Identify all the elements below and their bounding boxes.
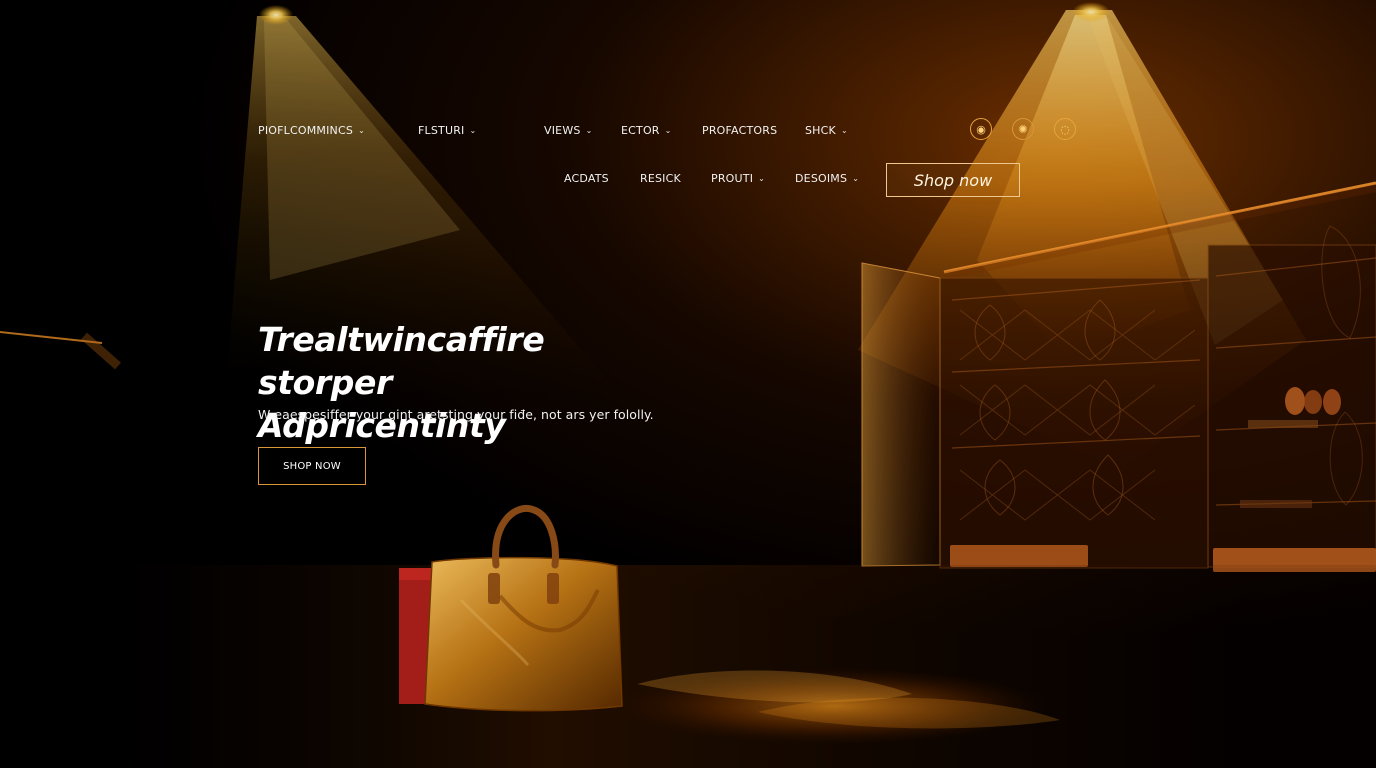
hero-background xyxy=(0,0,1376,768)
nav-item-flsturi[interactable]: FLSTURI ⌄ xyxy=(418,124,544,137)
nav-item-acdats[interactable]: ACDATS xyxy=(564,172,640,185)
nav-item-label: PIOFLCOMMINCS xyxy=(258,123,354,137)
chevron-down-icon: ⌄ xyxy=(469,125,477,135)
nav-item-profactors[interactable]: PROFACTORS xyxy=(702,124,805,137)
hero-subtitle: W eaespesiffer your gint aretsting your … xyxy=(258,406,654,422)
primary-navigation: PIOFLCOMMINCS ⌄ FLSTURI ⌄ VIEWS ⌄ ECTOR … xyxy=(258,120,865,140)
hero-title: Trealtwincaffire storper Adpricentinty xyxy=(258,318,678,447)
nav-item-ector[interactable]: ECTOR ⌄ xyxy=(621,124,702,137)
spotlight-scene xyxy=(0,0,1376,768)
settings-icon[interactable]: ✺ xyxy=(1012,118,1034,140)
nav-item-desoims[interactable]: DESOIMS ⌄ xyxy=(795,172,875,185)
nav-item-label: DESOIMS xyxy=(795,171,848,185)
secondary-navigation: ACDATS RESICK PROUTI ⌄ DESOIMS ⌄ xyxy=(564,168,875,188)
nav-item-label: VIEWS xyxy=(544,123,581,137)
nav-item-label: PROFACTORS xyxy=(702,123,778,137)
header-icon-group: ◉ ✺ ◌ xyxy=(970,118,1096,140)
nav-item-resick[interactable]: RESICK xyxy=(640,172,711,185)
user-icon[interactable]: ◉ xyxy=(970,118,992,140)
nav-item-label: ACDATS xyxy=(564,171,609,185)
hero-title-line-1: Trealtwincaffire storper xyxy=(258,320,545,403)
nav-item-views[interactable]: VIEWS ⌄ xyxy=(544,124,621,137)
chevron-down-icon: ⌄ xyxy=(358,125,365,135)
shop-now-hero-button[interactable]: SHOP NOW xyxy=(258,447,366,485)
chevron-down-icon: ⌄ xyxy=(840,125,848,135)
chevron-down-icon: ⌄ xyxy=(852,173,860,183)
nav-item-label: RESICK xyxy=(640,171,681,185)
shop-now-header-button[interactable]: Shop now xyxy=(886,163,1020,197)
nav-item-prouti[interactable]: PROUTI ⌄ xyxy=(711,172,795,185)
nav-item-label: ECTOR xyxy=(621,123,660,137)
chevron-down-icon: ⌄ xyxy=(758,173,766,183)
nav-item-shck[interactable]: SHCK ⌄ xyxy=(805,124,865,137)
nav-item-label: FLSTURI xyxy=(418,123,465,137)
chevron-down-icon: ⌄ xyxy=(664,125,672,135)
cart-icon[interactable]: ◌ xyxy=(1054,118,1076,140)
nav-item-label: PROUTI xyxy=(711,171,754,185)
chevron-down-icon: ⌄ xyxy=(585,125,593,135)
nav-item-pioflcomminccs[interactable]: PIOFLCOMMINCS ⌄ xyxy=(258,124,418,137)
nav-item-label: SHCK xyxy=(805,123,836,137)
